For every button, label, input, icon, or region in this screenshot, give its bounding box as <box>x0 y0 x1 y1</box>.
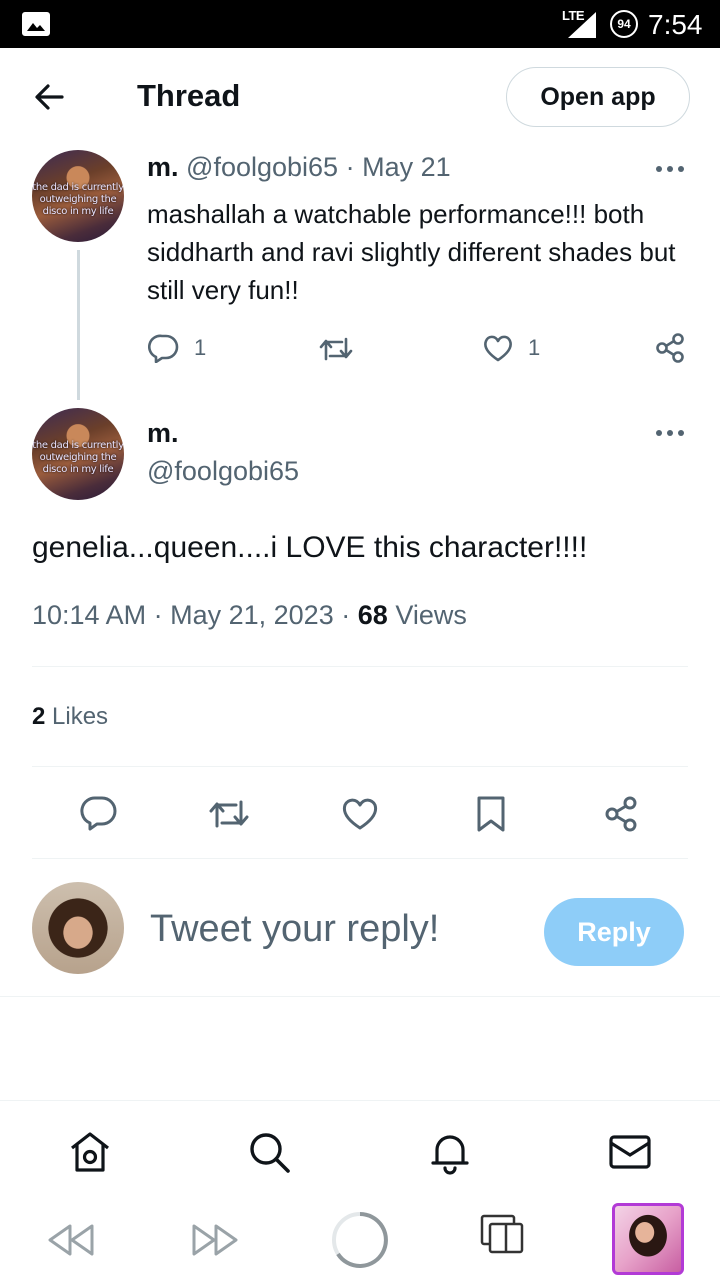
tweet-text: genelia...queen....i LOVE this character… <box>32 531 588 564</box>
likes-count: 2 <box>32 703 46 730</box>
like-action[interactable]: 1 <box>482 334 540 362</box>
fast-forward-icon[interactable] <box>190 1220 242 1260</box>
thread-header: Thread Open app <box>0 48 720 144</box>
avatar[interactable]: the dad is currently outweighing the dis… <box>32 408 124 500</box>
share-action[interactable] <box>654 332 686 364</box>
reply-button[interactable]: Reply <box>544 898 684 966</box>
author-handle[interactable]: @foolgobi65 <box>186 152 338 182</box>
author-name[interactable]: m. <box>147 418 179 449</box>
browser-toolbar <box>0 1200 720 1280</box>
author-name[interactable]: m. <box>147 152 179 182</box>
tweet-text: mashallah a watchable performance!!! bot… <box>147 199 676 305</box>
meta-separator: · <box>153 600 163 630</box>
likes-label: Likes <box>52 703 109 730</box>
share-icon[interactable] <box>603 795 639 833</box>
messages-mail-icon[interactable] <box>607 1129 653 1175</box>
avatar[interactable]: the dad is currently outweighing the dis… <box>32 150 124 242</box>
clock: 7:54 <box>648 9 703 40</box>
bookmark-icon[interactable] <box>475 795 507 833</box>
meta-separator: · <box>345 152 355 182</box>
heart-icon <box>484 335 512 362</box>
more-options-icon[interactable] <box>656 164 686 174</box>
gallery-notification-icon <box>22 12 50 36</box>
like-count: 1 <box>528 335 541 360</box>
retweet-icon <box>319 337 353 361</box>
signal-icon <box>568 12 596 38</box>
reply-action[interactable]: 1 <box>148 333 206 363</box>
avatar-caption: the dad is currently outweighing the dis… <box>32 440 124 475</box>
back-arrow-icon[interactable] <box>30 80 70 114</box>
reply-icon <box>148 334 179 363</box>
share-icon <box>656 333 684 363</box>
retweet-icon[interactable] <box>208 797 250 831</box>
tweet-meta: m. @foolgobi65 · May 21 <box>147 152 451 183</box>
home-icon[interactable] <box>67 1129 113 1175</box>
divider <box>32 858 688 859</box>
retweet-action[interactable] <box>318 335 354 363</box>
search-icon[interactable] <box>246 1129 292 1175</box>
heart-icon[interactable] <box>341 797 379 831</box>
divider <box>32 666 688 667</box>
battery-indicator: 94 <box>610 10 638 38</box>
bottom-navigation <box>0 1100 720 1200</box>
tabs-icon[interactable] <box>480 1214 526 1256</box>
tweet-time[interactable]: 10:14 AM <box>32 600 146 630</box>
rewind-icon[interactable] <box>46 1220 96 1260</box>
reply-input[interactable]: Tweet your reply! <box>150 908 439 951</box>
likes-summary[interactable]: 2 Likes <box>32 703 108 731</box>
meta-separator: · <box>341 600 351 630</box>
profile-picture[interactable] <box>612 1203 684 1275</box>
reply-count: 1 <box>194 335 207 360</box>
views-count: 68 <box>357 600 388 630</box>
avatar-caption: the dad is currently outweighing the dis… <box>32 182 124 217</box>
divider <box>0 996 720 997</box>
status-bar: LTE 94 7:54 <box>0 0 720 48</box>
tweet-date[interactable]: May 21 <box>362 152 451 182</box>
author-handle[interactable]: @foolgobi65 <box>147 456 299 487</box>
page-title: Thread <box>137 78 241 113</box>
current-user-avatar[interactable] <box>32 882 124 974</box>
loading-spinner-icon[interactable] <box>330 1210 390 1270</box>
notifications-bell-icon[interactable] <box>427 1129 473 1175</box>
views-label: Views <box>395 600 467 630</box>
reply-icon[interactable] <box>80 795 118 831</box>
thread-connector <box>77 250 80 400</box>
open-app-button[interactable]: Open app <box>506 67 690 127</box>
more-options-icon[interactable] <box>656 428 686 438</box>
tweet-date[interactable]: May 21, 2023 <box>170 600 334 630</box>
divider <box>32 766 688 767</box>
tweet-timestamp-row: 10:14 AM · May 21, 2023 · 68 Views <box>32 600 467 631</box>
